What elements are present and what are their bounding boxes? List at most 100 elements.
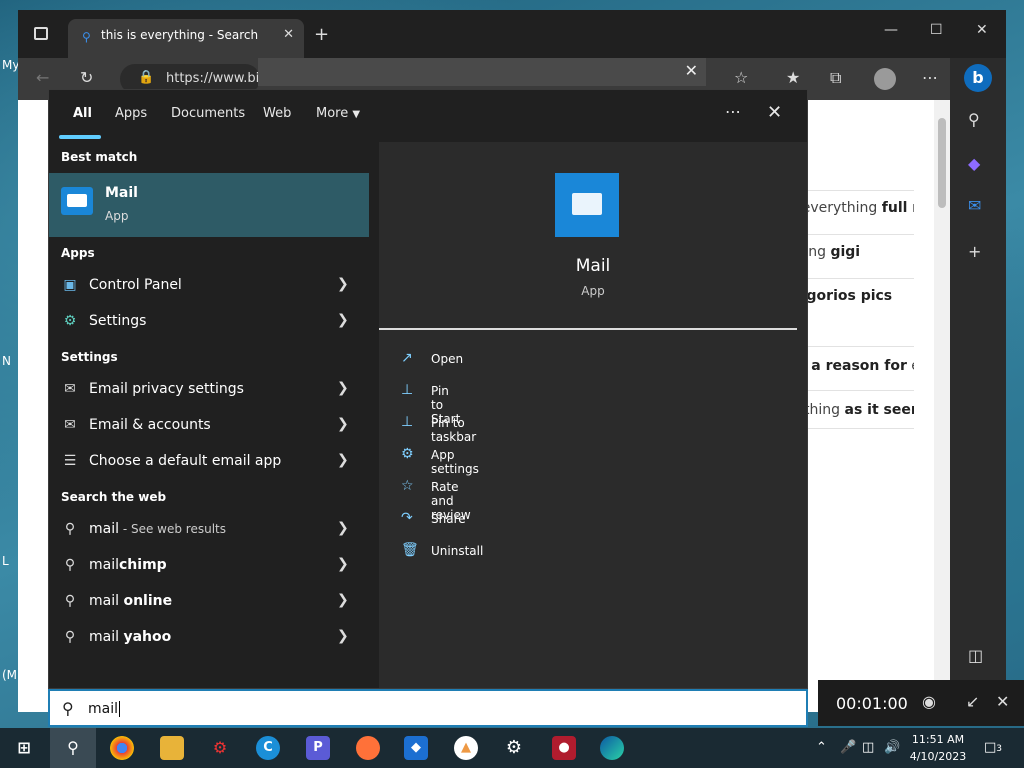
- desktop-label[interactable]: N: [2, 354, 11, 368]
- suggestion-item[interactable]: s everything full m: [790, 200, 914, 216]
- apps-header: Apps: [61, 246, 95, 260]
- gear-icon: ⚙: [401, 446, 414, 462]
- scroll-thumb[interactable]: [938, 118, 946, 208]
- browser-tab[interactable]: ⚲ this is everything - Search ✕: [68, 19, 304, 58]
- scrollbar[interactable]: [934, 100, 950, 712]
- result-control-panel[interactable]: ▣ Control Panel ❯: [49, 268, 379, 304]
- search-taskbar-icon[interactable]: ⚲: [50, 728, 96, 768]
- search-input[interactable]: ⚲ mail: [48, 689, 808, 727]
- web-result[interactable]: ⚲ mail - See web results ❯: [49, 512, 379, 548]
- close-panel-icon[interactable]: ✕: [767, 102, 782, 123]
- new-tab-icon[interactable]: +: [314, 24, 329, 45]
- close-tab-icon[interactable]: ✕: [283, 27, 294, 42]
- more-options-icon[interactable]: ⋯: [725, 102, 741, 121]
- outlook-icon[interactable]: ✉: [968, 196, 981, 215]
- camera-icon[interactable]: ◉: [922, 692, 936, 711]
- chevron-right-icon[interactable]: ❯: [337, 380, 349, 396]
- add-icon[interactable]: +: [968, 242, 981, 261]
- chevron-right-icon[interactable]: ❯: [337, 556, 349, 572]
- desktop-label[interactable]: (M: [2, 668, 17, 682]
- back-icon[interactable]: ←: [36, 68, 49, 87]
- more-options-icon[interactable]: ⋯: [922, 68, 938, 87]
- detail-pane: Mail App ↗ Open ⊥ Pin to Start ⊥ Pin to tas…: [379, 142, 807, 688]
- profile-avatar[interactable]: [874, 68, 896, 90]
- copilot-icon[interactable]: ◆: [968, 154, 980, 173]
- recorder-app-icon[interactable]: ●: [552, 736, 576, 760]
- chevron-right-icon[interactable]: ❯: [337, 628, 349, 644]
- maximize-icon[interactable]: ☐: [930, 22, 943, 38]
- suggestion-item[interactable]: rything as it seem: [790, 402, 914, 418]
- expand-icon[interactable]: ↙: [966, 692, 979, 711]
- chevron-right-icon[interactable]: ❯: [337, 452, 349, 468]
- notifications-icon[interactable]: □3: [984, 740, 1002, 755]
- web-result[interactable]: ⚲ mailchimp ❯: [49, 548, 379, 584]
- tab-web[interactable]: Web: [263, 106, 291, 121]
- volume-icon[interactable]: 🔊: [884, 740, 900, 755]
- desktop-label[interactable]: L: [2, 554, 9, 568]
- detail-subtitle: App: [581, 284, 605, 298]
- file-explorer-icon[interactable]: [160, 736, 184, 760]
- result-email-privacy[interactable]: ✉ Email privacy settings ❯: [49, 372, 379, 408]
- settings-gear-icon[interactable]: ⚙: [502, 736, 526, 760]
- clock[interactable]: 11:51 AM 4/10/2023: [906, 731, 970, 765]
- tab-all[interactable]: All: [73, 106, 92, 121]
- close-recorder-icon[interactable]: ✕: [996, 692, 1009, 711]
- p-app-icon[interactable]: P: [306, 736, 330, 760]
- chrome-icon[interactable]: [110, 736, 134, 760]
- suggestion-item[interactable]: orgorios pics: [790, 288, 914, 304]
- mail-app-icon: [61, 187, 93, 215]
- result-default-email[interactable]: ☰ Choose a default email app ❯: [49, 444, 379, 480]
- sidebar-toggle-icon[interactable]: ◫: [968, 646, 983, 665]
- chevron-up-icon[interactable]: ⌃: [816, 740, 827, 755]
- microphone-icon[interactable]: 🎤: [840, 740, 856, 755]
- web-result[interactable]: ⚲ mail yahoo ❯: [49, 620, 379, 656]
- edge-icon[interactable]: [600, 736, 624, 760]
- mail-app-large-icon: [555, 173, 619, 237]
- suggestion-item[interactable]: re a reason for ev: [790, 358, 914, 374]
- best-match-mail[interactable]: Mail App: [49, 173, 369, 237]
- brave-icon[interactable]: ▲: [454, 736, 478, 760]
- star-icon: ☆: [401, 478, 414, 494]
- start-windows-icon[interactable]: ⊞: [12, 736, 36, 760]
- recorder-bar: 00:01:00 ◉ ↙ ✕: [818, 680, 1024, 726]
- shield-icon[interactable]: ◆: [404, 736, 428, 760]
- tab-actions-icon[interactable]: [34, 27, 48, 40]
- active-tab-indicator: [59, 135, 101, 139]
- collections-icon[interactable]: ⧉: [830, 68, 841, 88]
- search-icon: ⚲: [64, 521, 76, 537]
- chevron-right-icon[interactable]: ❯: [337, 312, 349, 328]
- address-text: https://www.bi: [166, 71, 260, 86]
- suggestion-item[interactable]: thing gigi: [790, 244, 914, 260]
- edge-sidebar: b ⚲ ◆ ✉ + ◫: [950, 58, 1006, 712]
- ccleaner-icon[interactable]: C: [256, 736, 280, 760]
- search-web-header: Search the web: [61, 490, 167, 504]
- taskbar: ⊞ ⚲ ⚙ C P ◆ ▲ ⚙ ● ⌃ 🎤 ◫ 🔊 11:51 AM 4/10/2…: [0, 728, 1024, 768]
- best-match-header: Best match: [61, 150, 138, 164]
- chevron-right-icon[interactable]: ❯: [337, 592, 349, 608]
- network-icon[interactable]: ◫: [862, 740, 874, 755]
- close-find-icon[interactable]: ✕: [685, 61, 698, 80]
- add-favorite-icon[interactable]: ☆: [734, 68, 748, 87]
- tab-apps[interactable]: Apps: [115, 106, 147, 121]
- pin-icon: ⊥: [401, 414, 414, 430]
- chevron-right-icon[interactable]: ❯: [337, 520, 349, 536]
- favorites-icon[interactable]: ★: [786, 68, 800, 87]
- share-icon: ↷: [401, 510, 413, 526]
- bing-icon[interactable]: b: [964, 64, 992, 92]
- firefox-icon[interactable]: [356, 736, 380, 760]
- web-result[interactable]: ⚲ mail online ❯: [49, 584, 379, 620]
- app-icon[interactable]: ⚙: [208, 736, 232, 760]
- desktop-label[interactable]: My: [2, 58, 19, 72]
- result-settings[interactable]: ⚙ Settings ❯: [49, 304, 379, 340]
- minimize-icon[interactable]: —: [884, 22, 898, 38]
- close-window-icon[interactable]: ✕: [976, 22, 988, 38]
- tab-more[interactable]: More ▼: [316, 106, 360, 121]
- tab-documents[interactable]: Documents: [171, 106, 245, 121]
- result-email-accounts[interactable]: ✉ Email & accounts ❯: [49, 408, 379, 444]
- chevron-right-icon[interactable]: ❯: [337, 276, 349, 292]
- find-bar[interactable]: ✕: [258, 58, 706, 86]
- search-icon: ⚲: [64, 593, 76, 609]
- refresh-icon[interactable]: ↻: [80, 68, 93, 87]
- search-icon[interactable]: ⚲: [968, 110, 980, 129]
- chevron-right-icon[interactable]: ❯: [337, 416, 349, 432]
